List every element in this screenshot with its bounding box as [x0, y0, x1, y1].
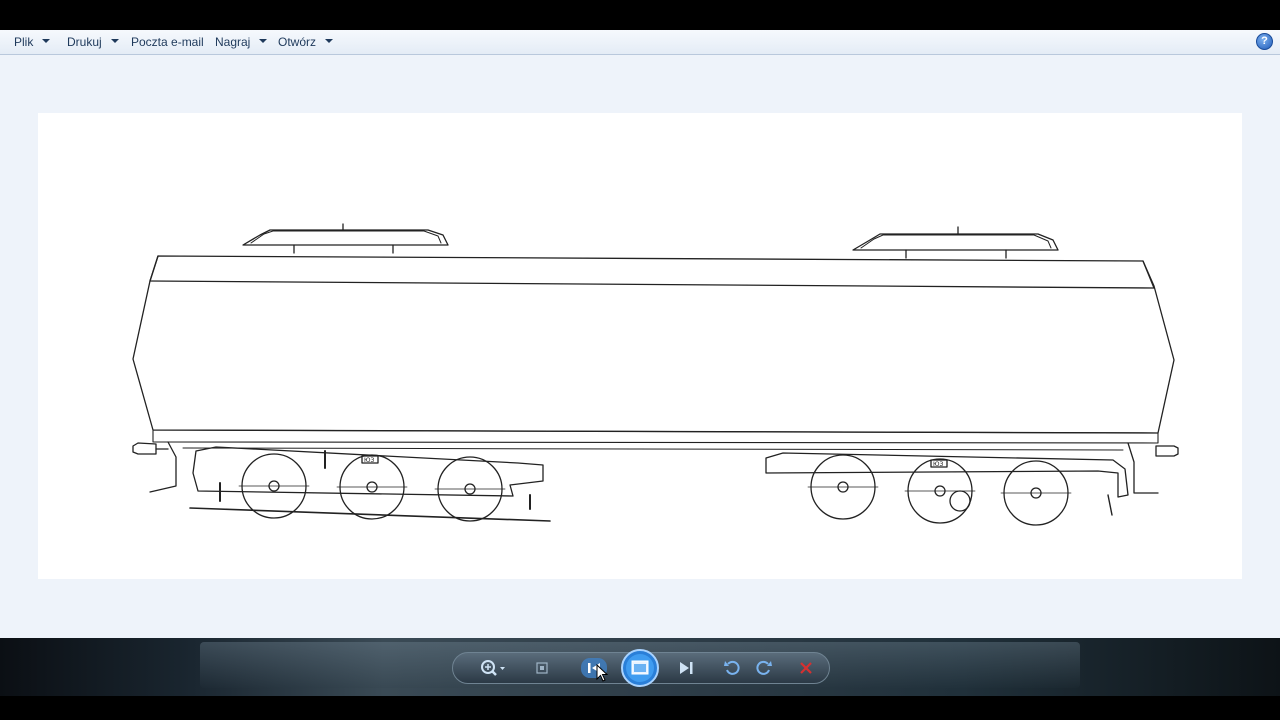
image-viewer-area: ЮЗ ЮЗ [0, 55, 1280, 638]
viewer-control-bar [0, 638, 1280, 696]
slideshow-icon [621, 649, 659, 687]
menu-email[interactable]: Poczta e-mail [131, 30, 204, 54]
rotate-cw-button[interactable] [750, 652, 778, 684]
menu-open[interactable]: Otwórz [278, 30, 334, 54]
window-titlebar [0, 0, 1280, 30]
rotate-ccw-button[interactable] [718, 652, 746, 684]
zoom-button[interactable] [474, 652, 510, 684]
menu-print-label: Drukuj [67, 35, 102, 49]
fit-icon [536, 662, 548, 674]
delete-icon [800, 662, 812, 674]
menu-burn-label: Nagraj [215, 35, 251, 49]
dropdown-arrow-icon [325, 38, 334, 43]
tank-wagon-drawing: ЮЗ ЮЗ [132, 223, 1179, 526]
slideshow-button[interactable] [618, 649, 662, 687]
menu-burn[interactable]: Nagraj [215, 30, 268, 54]
right-bogie-label: ЮЗ [933, 461, 943, 468]
menu-email-label: Poczta e-mail [131, 35, 204, 49]
menu-file[interactable]: Plik [14, 30, 51, 54]
dropdown-arrow-icon [42, 38, 51, 43]
left-bogie-label: ЮЗ [364, 457, 374, 464]
rotate-left-icon [724, 660, 740, 675]
mouse-cursor-icon [596, 664, 609, 682]
help-icon[interactable]: ? [1256, 33, 1273, 50]
rotate-right-icon [756, 660, 772, 675]
dropdown-arrow-icon [110, 38, 119, 43]
delete-button[interactable] [792, 652, 820, 684]
menu-file-label: Plik [14, 35, 34, 49]
menu-bar: Plik Drukuj Poczta e-mail Nagraj Otwórz … [0, 30, 1280, 55]
displayed-image: ЮЗ ЮЗ [38, 113, 1242, 579]
magnifier-icon [481, 660, 505, 676]
screen-bottom [0, 696, 1280, 720]
menu-open-label: Otwórz [278, 35, 317, 49]
dropdown-arrow-icon [259, 38, 268, 43]
menu-print[interactable]: Drukuj [67, 30, 119, 54]
next-button[interactable] [666, 652, 706, 684]
actual-size-button[interactable] [528, 652, 556, 684]
next-icon [680, 662, 693, 674]
